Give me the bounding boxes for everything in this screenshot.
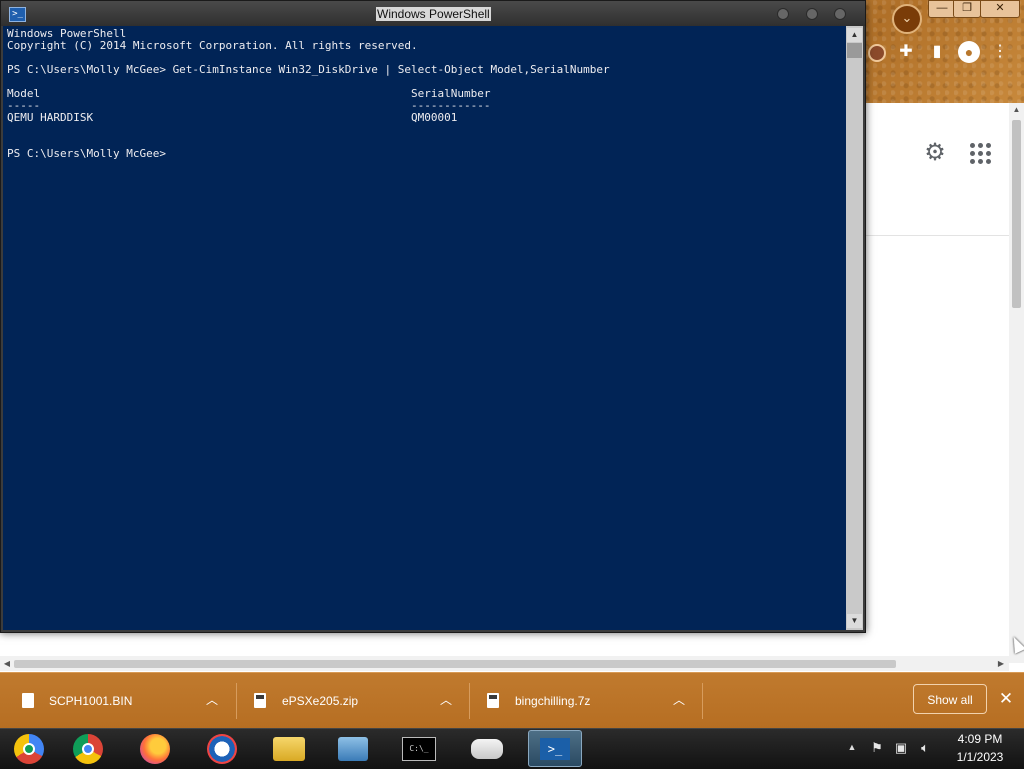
download-item[interactable]: SCPH1001.BIN ︿ [22,673,232,729]
powershell-icon: >_ [540,737,570,760]
taskbar-game-button[interactable] [460,730,514,767]
download-item[interactable]: ePSXe205.zip ︿ [254,673,464,729]
download-filename: bingchilling.7z [515,694,591,708]
outlook-icon [207,733,237,764]
close-button[interactable] [834,8,846,20]
console-scrollbar[interactable] [846,26,863,630]
divider [236,683,237,719]
minimize-button[interactable] [777,8,789,20]
firefox-icon [140,733,170,764]
gamepad-icon [471,738,503,759]
network-icon [338,736,368,761]
scroll-up-arrow-icon[interactable]: ▲ [1009,103,1024,117]
clock-time[interactable]: 4:09 PM [948,732,1012,746]
window-title: Windows PowerShell [376,7,491,21]
show-all-button[interactable]: Show all [913,684,987,714]
horizontal-scroll-thumb[interactable] [14,660,896,668]
taskbar-chrome-button[interactable] [61,730,115,767]
volume-icon[interactable]: 🔈︎ [917,740,933,756]
download-filename: SCPH1001.BIN [49,694,133,708]
scroll-right-arrow-icon[interactable]: ▶ [994,656,1008,671]
browser-close-button[interactable]: ✕ [980,0,1020,18]
file-icon [22,693,34,708]
download-item[interactable]: bingchilling.7z ︿ [487,673,697,729]
taskbar-explorer-button[interactable] [262,730,316,767]
scroll-up-arrow-icon[interactable]: ▲ [847,28,862,42]
file-explorer-icon [273,736,305,761]
extensions-icon[interactable]: ✚ [895,41,917,63]
clock-date[interactable]: 1/1/2023 [948,750,1012,764]
divider [866,235,1009,236]
chrome-icon [73,733,103,764]
chevron-up-icon[interactable]: ︿ [438,691,454,709]
apps-grid-icon[interactable] [970,143,992,165]
scroll-down-arrow-icon[interactable]: ▼ [847,614,862,628]
taskbar-chrome-button[interactable] [2,730,56,767]
taskbar-network-button[interactable] [326,730,380,767]
avatar[interactable] [868,44,886,62]
vertical-scroll-thumb[interactable] [1012,120,1021,308]
taskbar-outlook-button[interactable] [195,730,249,767]
taskbar-firefox-button[interactable] [128,730,182,767]
close-icon[interactable]: ✕ [996,689,1016,709]
console-output[interactable]: Windows PowerShell Copyright (C) 2014 Mi… [3,26,846,630]
network-status-icon[interactable]: ▣ [893,740,909,756]
maximize-button[interactable] [806,8,818,20]
console-text: Windows PowerShell Copyright (C) 2014 Mi… [7,27,610,160]
powershell-window[interactable]: >_ Windows PowerShell Windows PowerShell… [0,0,866,633]
scroll-left-arrow-icon[interactable]: ◀ [0,656,14,671]
chevron-up-icon[interactable]: ︿ [204,691,220,709]
chrome-icon [14,733,44,764]
divider [469,683,470,719]
show-hidden-icons-icon[interactable]: ▲ [846,742,858,754]
profile-icon[interactable]: ● [958,41,980,63]
gear-icon[interactable]: ⚙ [922,140,948,166]
browser-maximize-button[interactable]: ❐ [953,0,981,18]
zip-icon [254,693,266,708]
taskbar-powershell-button[interactable]: >_ [528,730,582,767]
console-scroll-thumb[interactable] [847,43,862,58]
download-bar: SCPH1001.BIN ︿ ePSXe205.zip ︿ bingchilli… [0,672,1024,729]
command-prompt-icon: C:\_ [402,736,436,761]
taskbar-cmd-button[interactable]: C:\_ [392,730,446,767]
chevron-up-icon[interactable]: ︿ [671,691,687,709]
download-filename: ePSXe205.zip [282,694,359,708]
sidebar-icon[interactable]: ▮ [926,41,948,63]
zip-icon [487,693,499,708]
powershell-icon[interactable]: >_ [9,7,26,22]
menu-icon[interactable]: ⋮ [992,41,1008,63]
divider [702,683,703,719]
flag-icon[interactable]: ⚑ [869,740,885,756]
tab-search-button[interactable]: ⌄ [892,4,922,34]
powershell-titlebar[interactable]: >_ Windows PowerShell [1,1,865,26]
browser-minimize-button[interactable]: — [928,0,956,18]
